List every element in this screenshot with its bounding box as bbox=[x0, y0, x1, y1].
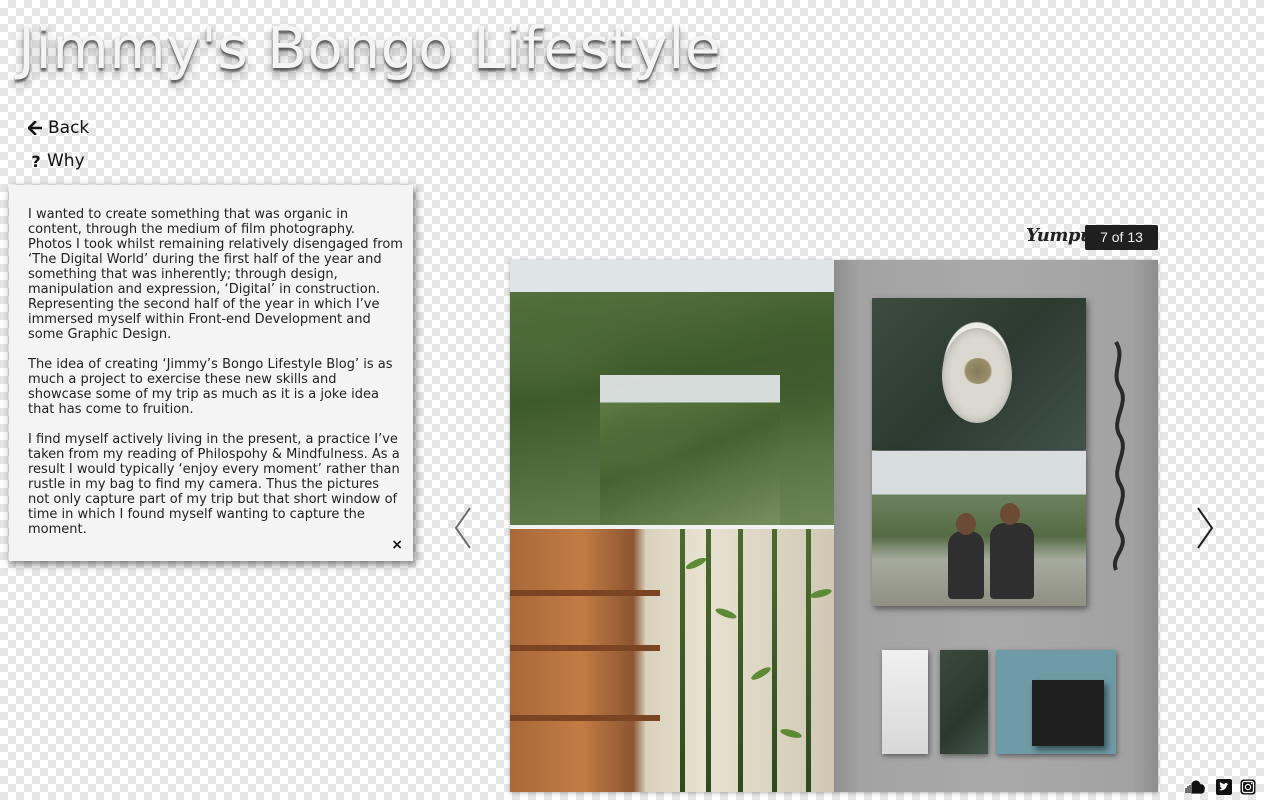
flipbook-viewer[interactable] bbox=[510, 260, 1158, 792]
twitter-icon bbox=[1216, 779, 1232, 795]
shelf-board bbox=[510, 590, 660, 596]
black-swatch bbox=[1032, 680, 1104, 746]
bamboo-stalk bbox=[738, 529, 743, 792]
seeds bbox=[962, 358, 994, 384]
why-panel: I wanted to create something that was or… bbox=[9, 185, 413, 561]
why-paragraph: I find myself actively living in the pre… bbox=[28, 432, 400, 537]
twitter-link[interactable] bbox=[1216, 779, 1232, 795]
back-label: Back bbox=[48, 118, 90, 138]
close-icon[interactable]: × bbox=[391, 538, 403, 552]
why-label: Why bbox=[47, 151, 85, 171]
yumpu-logo[interactable]: Yumpu bbox=[1026, 225, 1093, 246]
question-icon: ? bbox=[31, 151, 41, 171]
back-link[interactable]: Back bbox=[28, 118, 89, 138]
flipbook-page-right[interactable] bbox=[834, 260, 1158, 792]
soundcloud-link[interactable] bbox=[1184, 779, 1206, 795]
river-photo bbox=[872, 451, 1086, 606]
soundcloud-icon bbox=[1185, 780, 1205, 794]
why-paragraph: I wanted to create something that was or… bbox=[28, 207, 403, 342]
person-head bbox=[1000, 503, 1020, 525]
person-head bbox=[956, 513, 976, 535]
instagram-link[interactable] bbox=[1240, 779, 1256, 795]
chevron-left-icon bbox=[454, 507, 471, 549]
bamboo-stalk bbox=[680, 529, 685, 792]
instagram-icon bbox=[1240, 779, 1256, 795]
person-figure bbox=[990, 523, 1034, 599]
mountain-inset-photo bbox=[600, 375, 780, 527]
shelf-bamboo-photo bbox=[510, 529, 834, 792]
why-paragraph: The idea of creating ‘Jimmy’s Bongo Life… bbox=[28, 357, 393, 417]
squiggle-decoration bbox=[1112, 340, 1125, 571]
bamboo-stalk bbox=[706, 529, 711, 792]
site-title: Jimmy's Bongo Lifestyle bbox=[18, 14, 722, 82]
toilet-photo bbox=[872, 298, 1086, 450]
page-counter: 7 of 13 bbox=[1085, 225, 1158, 250]
person-figure bbox=[948, 531, 984, 599]
arrow-left-icon bbox=[28, 121, 42, 135]
chevron-right-icon bbox=[1197, 507, 1214, 549]
shelf-board bbox=[510, 715, 660, 721]
next-page-button[interactable] bbox=[1194, 505, 1218, 551]
white-swatch bbox=[882, 650, 928, 754]
flipbook-page-left[interactable] bbox=[510, 260, 834, 792]
bamboo-stalk bbox=[772, 529, 777, 792]
green-swatch bbox=[940, 650, 988, 754]
prev-page-button[interactable] bbox=[450, 505, 474, 551]
shelf-board bbox=[510, 645, 660, 651]
why-link[interactable]: ? Why bbox=[31, 151, 85, 171]
bamboo-stalk bbox=[806, 529, 811, 792]
